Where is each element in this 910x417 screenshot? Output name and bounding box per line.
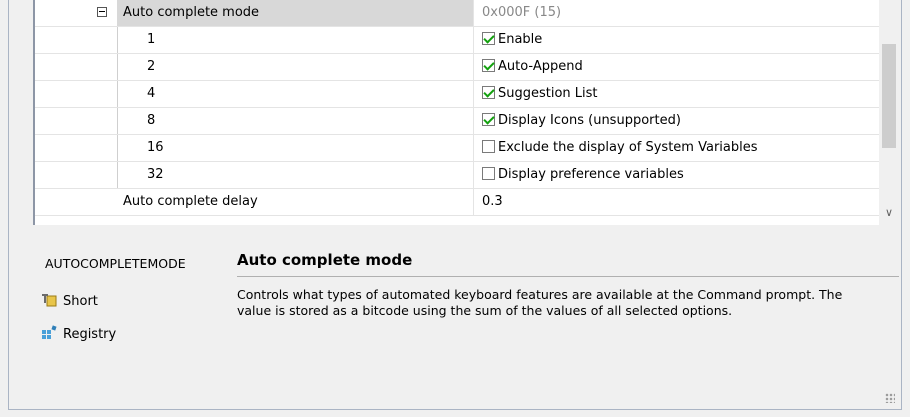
registry-link[interactable]: Registry (41, 325, 116, 344)
divider (237, 276, 899, 277)
property-value[interactable]: 0.3 (473, 189, 881, 215)
help-description: Controls what types of automated keyboar… (237, 287, 843, 318)
checkbox[interactable] (482, 59, 495, 72)
chevron-down-icon[interactable]: ∨ (879, 203, 899, 223)
properties-panel: Auto complete mode 0x000F (15) 1 Enable … (8, 0, 902, 410)
bit-value: 4 (147, 86, 156, 101)
autocomplete-mode-row[interactable]: Auto complete mode 0x000F (15) (35, 0, 881, 27)
checkbox[interactable] (482, 32, 495, 45)
help-title: Auto complete mode (237, 251, 413, 269)
autocomplete-delay-row[interactable]: Auto complete delay 0.3 (35, 189, 881, 216)
collapse-icon[interactable] (97, 7, 107, 17)
checkbox[interactable] (482, 86, 495, 99)
property-value: 0x000F (15) (473, 0, 881, 26)
bit-value: 16 (147, 140, 164, 155)
bit-label: Auto-Append (498, 59, 583, 74)
bit-value: 32 (147, 167, 164, 182)
bit-label: Exclude the display of System Variables (498, 140, 758, 155)
bit-label: Display preference variables (498, 167, 684, 182)
bit-row[interactable]: 4 Suggestion List (35, 81, 881, 108)
bit-label: Suggestion List (498, 86, 598, 101)
type-icon (41, 292, 57, 308)
type-label: Short (63, 294, 98, 309)
type-link[interactable]: Short (41, 292, 98, 311)
property-grid: Auto complete mode 0x000F (15) 1 Enable … (33, 0, 881, 225)
bit-value: 8 (147, 113, 156, 128)
property-name: Auto complete delay (123, 194, 258, 209)
checkbox[interactable] (482, 113, 495, 126)
bit-row[interactable]: 1 Enable (35, 27, 881, 54)
property-name: Auto complete mode (117, 0, 473, 26)
bit-value: 1 (147, 32, 156, 47)
scrollbar-thumb[interactable] (882, 44, 896, 148)
vertical-scrollbar[interactable]: ∨ (879, 0, 899, 225)
registry-label: Registry (63, 327, 117, 342)
bit-value: 2 (147, 59, 156, 74)
bit-row[interactable]: 16 Exclude the display of System Variabl… (35, 135, 881, 162)
system-variable-name: AUTOCOMPLETEMODE (45, 256, 186, 271)
resize-grip-icon[interactable] (885, 393, 895, 403)
bit-row[interactable]: 8 Display Icons (unsupported) (35, 108, 881, 135)
checkbox[interactable] (482, 140, 495, 153)
checkbox[interactable] (482, 167, 495, 180)
bit-label: Enable (498, 32, 543, 47)
bit-label: Display Icons (unsupported) (498, 113, 681, 128)
bit-row[interactable]: 2 Auto-Append (35, 54, 881, 81)
bit-row[interactable]: 32 Display preference variables (35, 162, 881, 189)
registry-icon (41, 325, 57, 341)
